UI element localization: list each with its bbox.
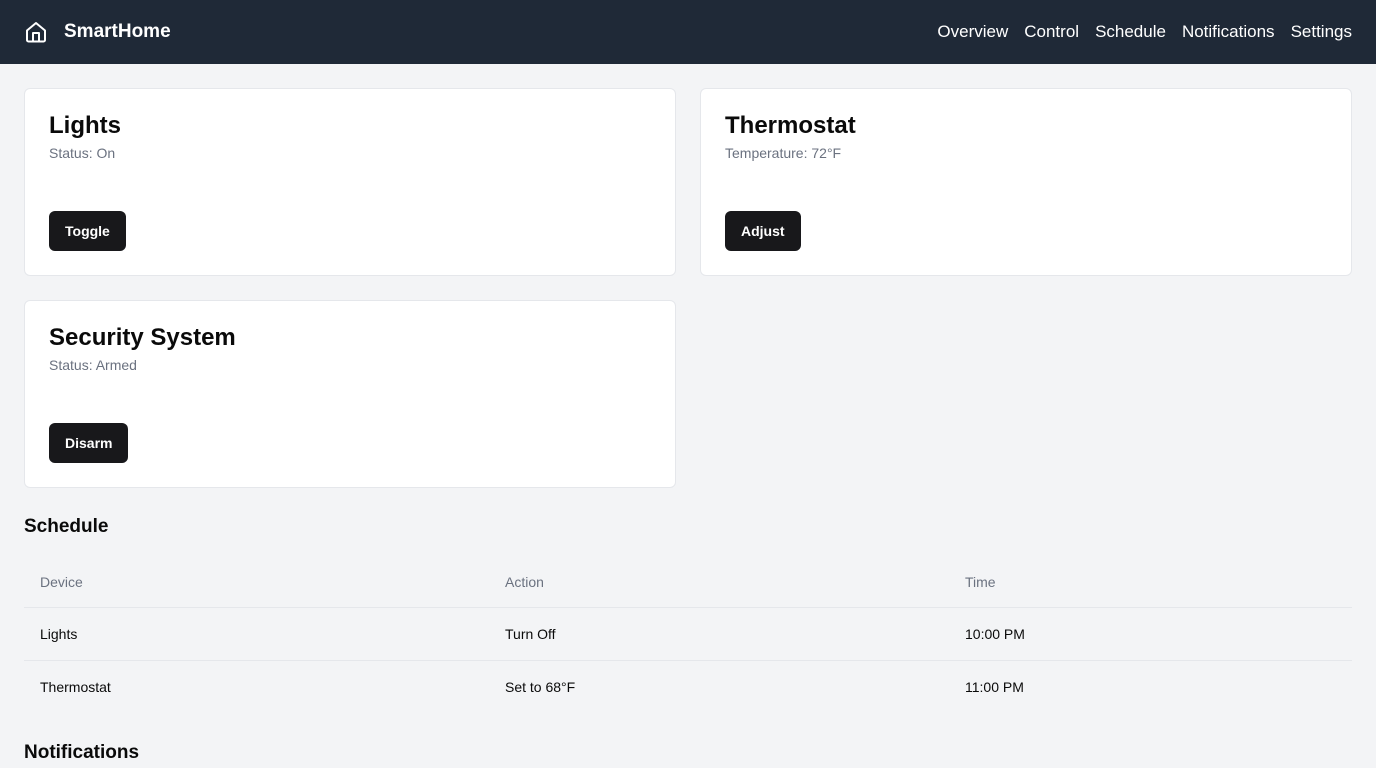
cell-time: 11:00 PM — [965, 678, 1024, 695]
adjust-button[interactable]: Adjust — [725, 211, 801, 251]
brand-name: SmartHome — [64, 21, 171, 42]
device-card-thermostat: Thermostat Temperature: 72°F Adjust — [700, 88, 1352, 276]
cell-action: Turn Off — [489, 607, 949, 661]
toggle-button[interactable]: Toggle — [49, 211, 126, 251]
device-card-lights: Lights Status: On Toggle — [24, 88, 676, 276]
main-nav: Overview Control Schedule Notifications … — [937, 22, 1352, 42]
card-status: Status: Armed — [49, 357, 137, 373]
top-navbar: SmartHome Overview Control Schedule Noti… — [0, 0, 1376, 64]
card-title: Thermostat — [725, 112, 856, 139]
column-header-device: Device — [24, 557, 489, 608]
home-icon — [24, 20, 48, 44]
column-header-action: Action — [489, 557, 949, 608]
cell-action: Set to 68°F — [505, 678, 576, 695]
nav-link-settings[interactable]: Settings — [1291, 22, 1352, 42]
device-card-security: Security System Status: Armed Disarm — [24, 300, 676, 488]
cell-device: Lights — [24, 607, 489, 661]
card-status: Status: On — [49, 145, 116, 161]
nav-link-control[interactable]: Control — [1024, 22, 1079, 42]
nav-link-schedule[interactable]: Schedule — [1095, 22, 1166, 42]
nav-link-notifications[interactable]: Notifications — [1182, 22, 1275, 42]
notifications-title: Notifications — [24, 742, 140, 763]
cell-device: Thermostat — [40, 678, 111, 695]
schedule-title: Schedule — [24, 516, 109, 537]
table-row: Thermostat Set to 68°F 11:00 PM — [24, 660, 1352, 713]
card-title: Security System — [49, 324, 236, 351]
main-content: Lights Status: On Toggle Thermostat Temp… — [0, 64, 1376, 765]
nav-link-overview[interactable]: Overview — [937, 22, 1008, 42]
disarm-button[interactable]: Disarm — [49, 423, 129, 463]
device-cards: Lights Status: On Toggle Thermostat Temp… — [24, 88, 1352, 488]
schedule-table: Device Action Time Lights Turn Off 10:00… — [24, 557, 1352, 713]
card-title: Lights — [49, 112, 121, 139]
table-row: Lights Turn Off 10:00 PM — [24, 607, 1352, 661]
card-status: Temperature: 72°F — [725, 145, 842, 161]
brand[interactable]: SmartHome — [24, 20, 171, 44]
table-header-row: Device Action Time — [24, 557, 1352, 608]
cell-time: 10:00 PM — [949, 607, 1352, 661]
column-header-time: Time — [949, 557, 1352, 608]
